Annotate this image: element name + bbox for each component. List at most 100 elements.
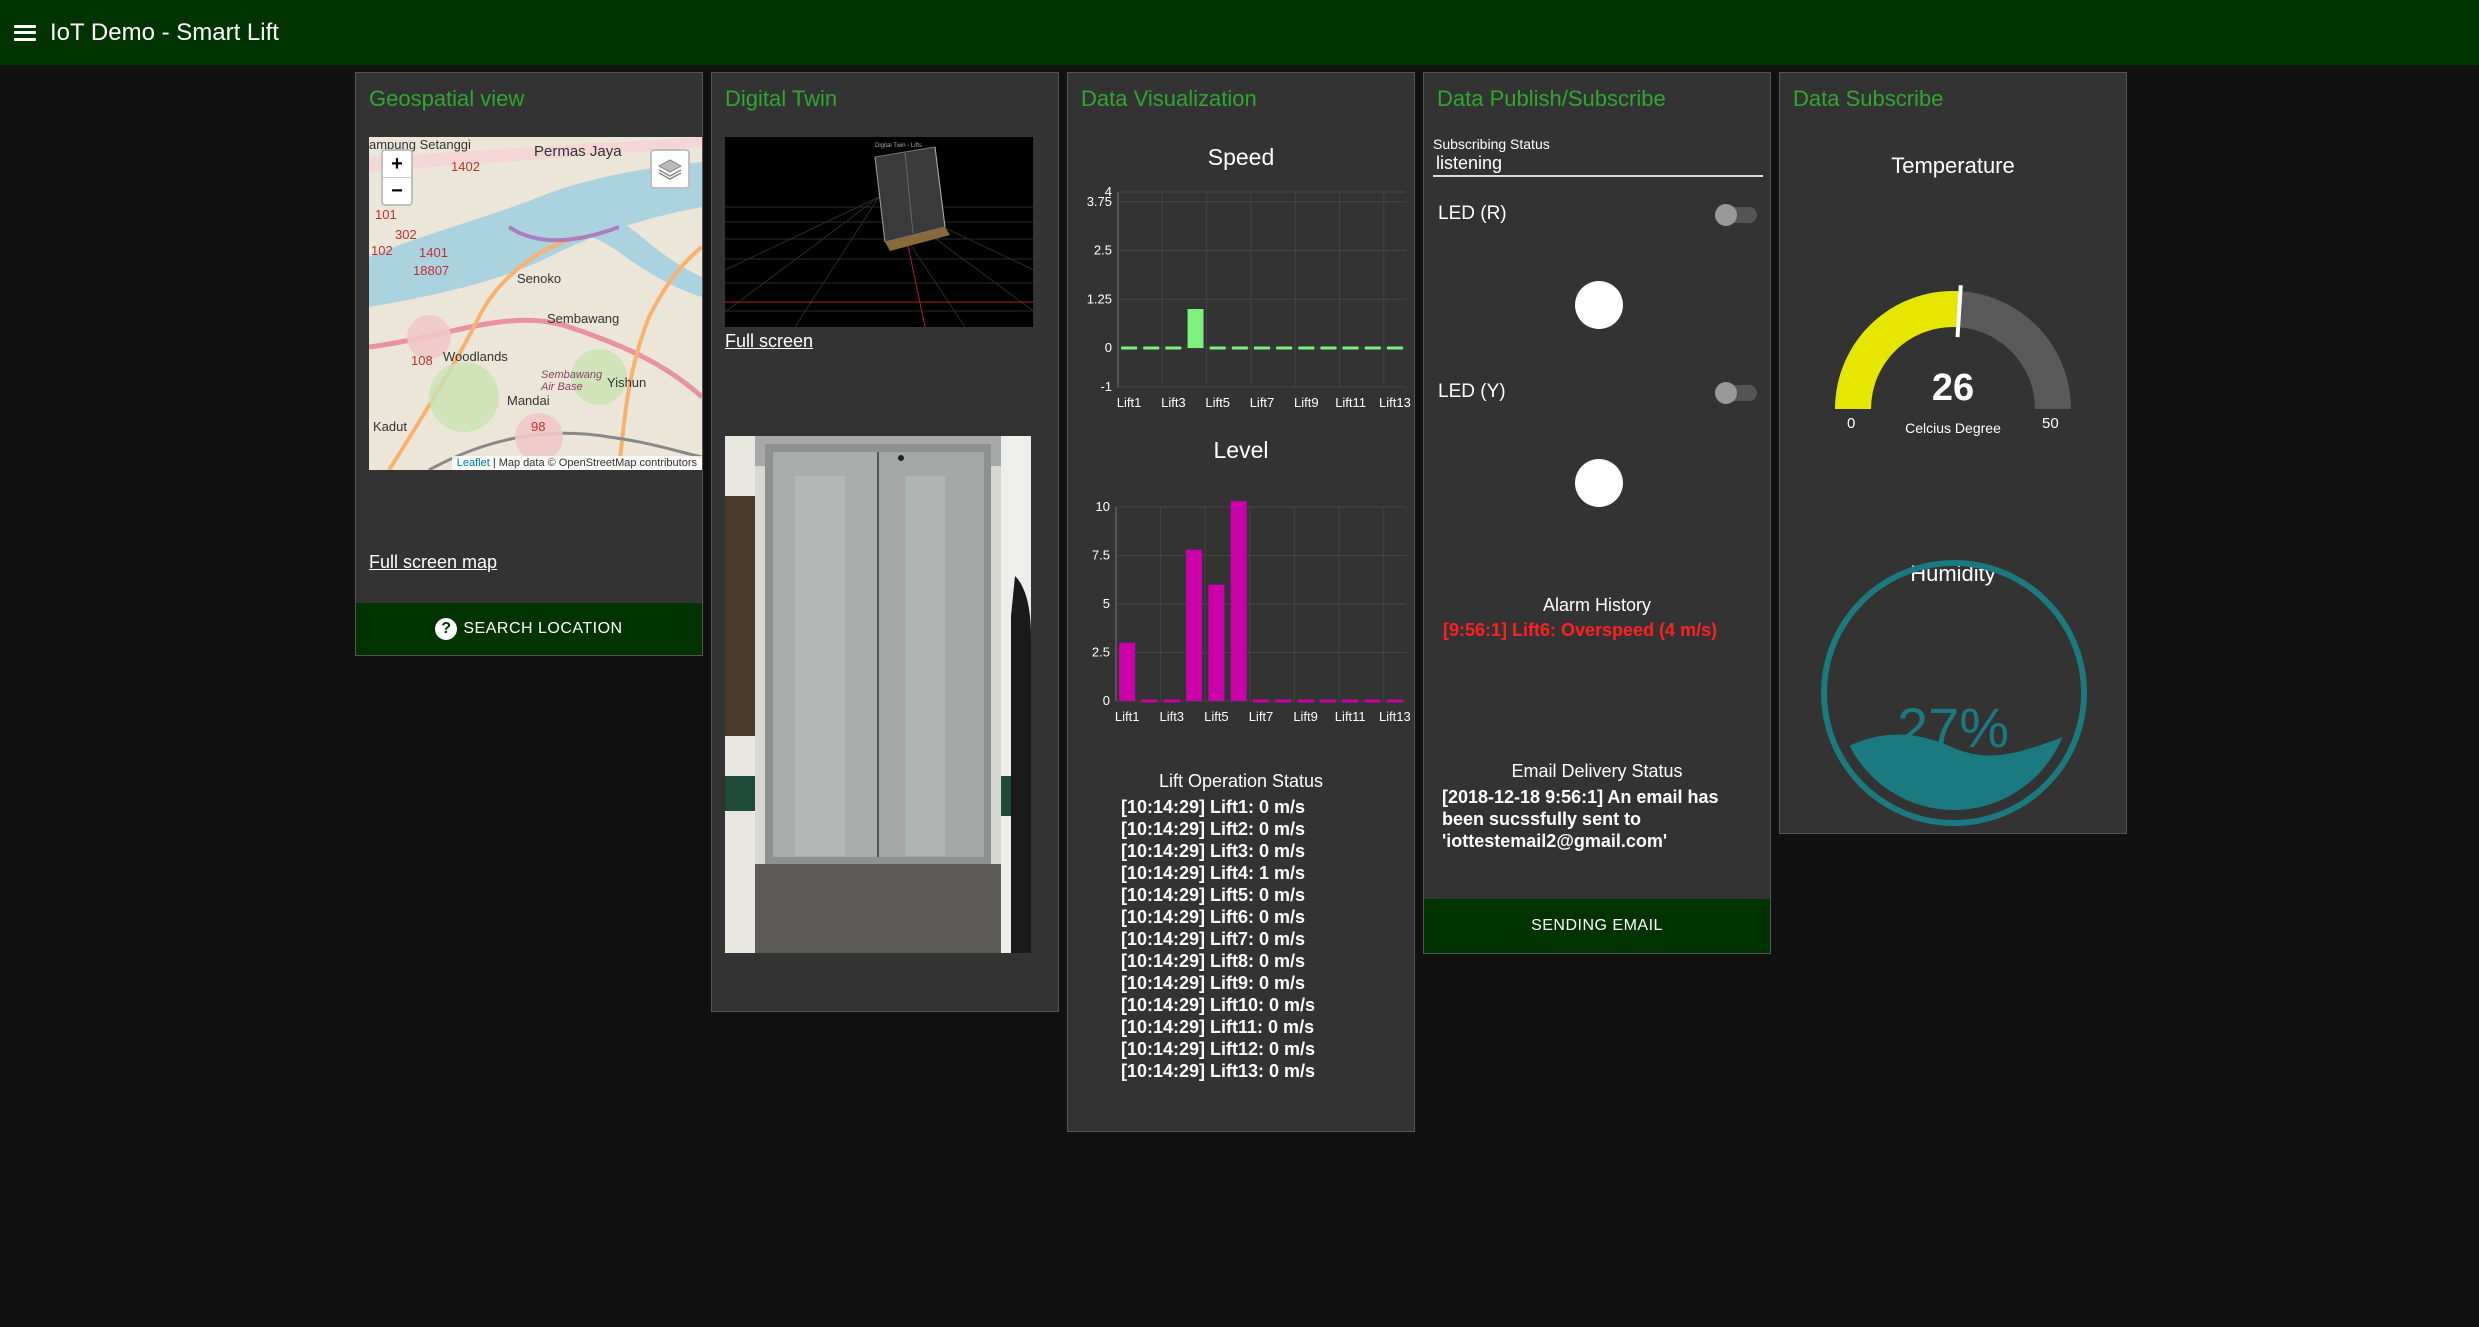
map-view[interactable]: ampung Setanggi Permas Jaya 1402 u 101 3… [369,137,702,470]
x-tick-label: Lift3 [1161,395,1186,410]
x-tick-label: Lift11 [1335,709,1366,724]
y-tick-label: 2.5 [1092,645,1110,660]
map-label: Senoko [517,271,562,286]
map-label: Yishun [607,375,647,390]
zoom-in-button[interactable]: + [383,151,411,178]
full-screen-link[interactable]: Full screen [725,331,813,352]
lift-status-line: [10:14:29] Lift6: 0 m/s [1121,907,1306,927]
y-tick-label: 10 [1096,499,1110,514]
lift-status-line: [10:14:29] Lift9: 0 m/s [1121,973,1306,993]
map-label: 102 [371,243,393,258]
lift-status-line: [10:14:29] Lift3: 0 m/s [1121,841,1306,861]
top-bar: IoT Demo - Smart Lift [0,0,2479,65]
led-r-toggle[interactable] [1715,204,1757,226]
bar [1187,309,1204,348]
humidity-value: 27% [1896,696,2010,759]
map-label: 98 [531,419,546,434]
y-tick-label: 2.5 [1094,243,1112,258]
digital-twin-panel: Digital Twin Digital Twin - Lifts Full s… [711,72,1059,1012]
app-title: IoT Demo - Smart Lift [50,18,279,46]
y-tick-label: 7.5 [1092,548,1110,563]
x-tick-label: Lift13 [1379,709,1411,724]
y-tick-label: 1.25 [1087,291,1112,306]
map-label: 108 [411,353,433,368]
subscribing-status-label: Subscribing Status [1433,136,1550,152]
map-label: Sembawang [547,311,620,326]
x-tick-label: Lift13 [1379,395,1411,410]
bar [1186,549,1203,701]
temperature-min: 0 [1847,415,1856,432]
digital-twin-viewer[interactable]: Digital Twin - Lifts [725,137,1033,327]
question-circle-icon: ? [435,618,458,640]
search-location-label: SEARCH LOCATION [463,620,623,637]
lift-status-line: [10:14:29] Lift7: 0 m/s [1121,929,1306,949]
lift-status-line: [10:14:29] Lift13: 0 m/s [1121,1061,1316,1081]
attribution-text: | Map data © OpenStreetMap contributors [492,457,697,469]
lift-doors-image [725,436,1031,953]
x-tick-label: Lift7 [1249,709,1274,724]
x-tick-label: Lift5 [1205,395,1230,410]
led-r-label: LED (R) [1438,203,1507,224]
temperature-value: 26 [1931,367,1975,409]
x-tick-label: Lift1 [1115,709,1140,724]
x-tick-label: Lift9 [1294,395,1319,410]
subscribing-status-value: listening [1436,153,1503,173]
wireframe-grid: Digital Twin - Lifts [725,143,1033,327]
map-label: Kadut [373,419,407,434]
map-label: 302 [395,227,417,242]
map-label: Permas Jaya [534,143,622,160]
map-label: 101 [375,207,397,222]
x-tick-label: Lift3 [1159,709,1184,724]
alarm-history-text: [9:56:1] Lift6: Overspeed (4 m/s) [1443,620,1718,640]
hamburger-menu-icon[interactable] [14,24,36,41]
bar [1230,501,1247,701]
lift-status-line: [10:14:29] Lift12: 0 m/s [1121,1039,1316,1059]
x-tick-label: Lift5 [1204,709,1229,724]
speed-chart: Speed -1 0 1.25 2.5 3.75 4 Lift1 Lift3 Lift5 Lift… [1068,138,1414,438]
y-tick-label: 4 [1105,184,1112,199]
lift-status-line: [10:14:29] Lift8: 0 m/s [1121,951,1306,971]
layers-icon[interactable] [650,149,690,189]
map-label: Sembawang Air Base [541,369,603,393]
data-subscribe-title: Data Subscribe [1793,86,1944,111]
temperature-unit: Celcius Degree [1905,420,2001,436]
viewer-caption: Digital Twin - Lifts [875,143,922,149]
bar [1208,584,1225,701]
map-label: Woodlands [443,349,508,364]
temperature-max: 50 [2042,415,2059,432]
full-screen-map-link[interactable]: Full screen map [369,552,497,573]
y-tick-label: -1 [1100,379,1112,394]
lift-status-line: [10:14:29] Lift2: 0 m/s [1121,819,1306,839]
geospatial-title: Geospatial view [369,86,525,111]
lift-status-line: [10:14:29] Lift5: 0 m/s [1121,885,1306,905]
lift-status-line: [10:14:29] Lift1: 0 m/s [1121,797,1306,817]
publish-subscribe-title: Data Publish/Subscribe [1437,86,1666,111]
zoom-out-button[interactable]: − [383,178,411,204]
speed-chart-svg: -101.252.53.754Lift1 Lift3 Lift5 Lift7 Lift9… [1087,184,1411,410]
temperature-title: Temperature [1891,153,2015,178]
leaflet-link[interactable]: Leaflet [457,457,490,469]
led-y-label: LED (Y) [1438,381,1506,402]
alarm-history-title: Alarm History [1542,595,1651,615]
map-label: 1402 [451,159,480,174]
search-location-button[interactable]: ? SEARCH LOCATION [356,603,702,655]
data-visualization-title: Data Visualization [1081,86,1257,111]
sending-email-button[interactable]: SENDING EMAIL [1424,899,1770,953]
x-tick-label: Lift11 [1335,395,1366,410]
humidity-gauge [1821,560,2087,826]
led-y-toggle[interactable] [1715,382,1757,404]
digital-twin-title: Digital Twin [725,86,838,111]
level-chart: Level 0 2.5 5 7.5 10 Lift1 Lift3 Lift5 Lift7 Lift… [1068,433,1414,733]
lift-operation-status-title: Lift Operation Status [1158,771,1324,791]
publish-subscribe-panel: Data Publish/Subscribe Subscribing Statu… [1423,72,1771,954]
subscribing-status-field[interactable]: listening [1433,153,1763,177]
data-visualization-panel: Data Visualization Speed -1 0 1.25 2.5 3.75 4… [1067,72,1415,1132]
y-tick-label: 0 [1103,693,1110,708]
lift-status-line: [10:14:29] Lift11: 0 m/s [1121,1017,1315,1037]
bar [1119,642,1136,701]
lift-status-line: [10:14:29] Lift4: 1 m/s [1121,863,1306,883]
x-tick-label: Lift1 [1117,395,1142,410]
data-subscribe-panel: Data Subscribe Temperature 26 Celcius De… [1779,72,2127,834]
lift-operation-status-list: [10:14:29] Lift1: 0 m/s [10:14:29] Lift2:… [1121,796,1315,1082]
led-r-toggle-knob [1715,204,1737,226]
